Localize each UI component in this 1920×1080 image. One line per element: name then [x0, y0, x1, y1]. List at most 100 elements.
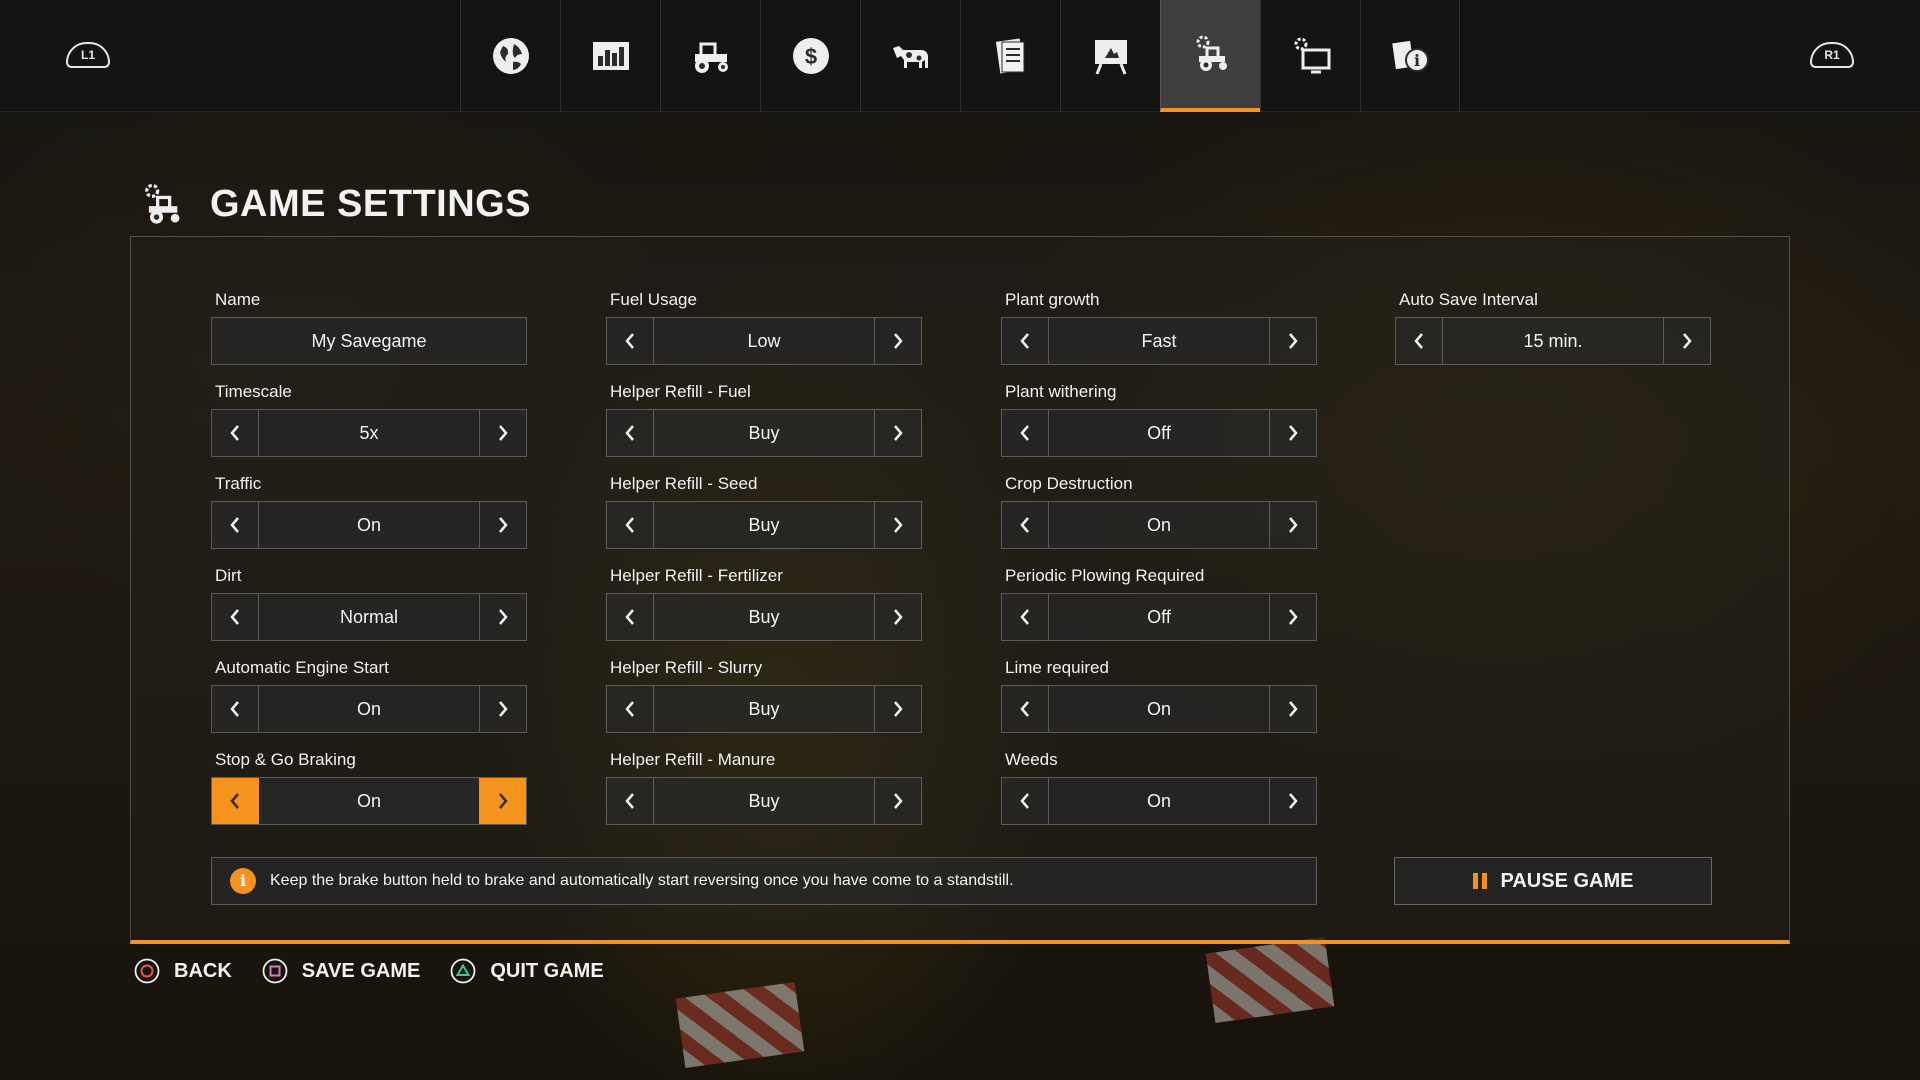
chevron-right-icon[interactable]: [874, 686, 921, 732]
stop-go-braking-selector[interactable]: On: [211, 777, 527, 825]
lime-required-selector[interactable]: On: [1001, 685, 1317, 733]
tab-statistics[interactable]: [560, 0, 660, 112]
chevron-left-icon[interactable]: [607, 410, 654, 456]
setting-value: Buy: [748, 607, 780, 627]
auto-save-interval-selector[interactable]: 15 min.: [1395, 317, 1711, 365]
chevron-right-icon[interactable]: [1269, 778, 1316, 824]
dirt-selector[interactable]: Normal: [211, 593, 527, 641]
timescale-selector[interactable]: 5x: [211, 409, 527, 457]
chevron-left-icon[interactable]: [212, 778, 259, 824]
menu-tabs: $ i: [460, 0, 1460, 112]
setting-value: 5x: [359, 423, 379, 443]
circle-button-icon: [134, 958, 160, 984]
chevron-left-icon[interactable]: [1002, 594, 1049, 640]
setting-label: Automatic Engine Start: [215, 658, 389, 677]
plant-withering-selector[interactable]: Off: [1001, 409, 1317, 457]
crop-destruction-selector[interactable]: On: [1001, 501, 1317, 549]
chevron-left-icon[interactable]: [1002, 778, 1049, 824]
page-title: GAME SETTINGS: [210, 182, 532, 225]
setting-weeds: Weeds On: [1001, 749, 1317, 841]
quit-game-button[interactable]: QUIT GAME: [450, 958, 604, 984]
save-game-label: SAVE GAME: [301, 959, 421, 982]
settings-column-3: Plant growth Fast Plant withering Off Cr…: [1001, 289, 1317, 841]
chevron-right-icon[interactable]: [874, 410, 921, 456]
quit-game-label: QUIT GAME: [490, 959, 604, 982]
chevron-right-icon[interactable]: [1663, 318, 1710, 364]
setting-value: Buy: [748, 699, 780, 719]
helper-refill-fertilizer-selector[interactable]: Buy: [606, 593, 922, 641]
weeds-selector[interactable]: On: [1001, 777, 1317, 825]
traffic-selector[interactable]: On: [211, 501, 527, 549]
setting-value: On: [356, 791, 381, 811]
chevron-right-icon[interactable]: [1269, 686, 1316, 732]
chevron-left-icon[interactable]: [212, 502, 259, 548]
chevron-right-icon[interactable]: [874, 318, 921, 364]
chevron-right-icon[interactable]: [479, 686, 526, 732]
tab-contracts[interactable]: [960, 0, 1060, 112]
helper-refill-manure-selector[interactable]: Buy: [606, 777, 922, 825]
chevron-left-icon[interactable]: [1396, 318, 1443, 364]
settings-column-4: Auto Save Interval 15 min.: [1395, 289, 1711, 381]
back-button[interactable]: BACK: [134, 958, 232, 984]
helper-refill-slurry-selector[interactable]: Buy: [606, 685, 922, 733]
chevron-right-icon[interactable]: [479, 778, 526, 824]
automatic-engine-start-selector[interactable]: On: [211, 685, 527, 733]
chevron-left-icon[interactable]: [212, 410, 259, 456]
chevron-right-icon[interactable]: [1269, 410, 1316, 456]
setting-value: Normal: [339, 607, 398, 627]
tab-finances[interactable]: $: [760, 0, 860, 112]
chevron-right-icon[interactable]: [874, 778, 921, 824]
tab-map[interactable]: [460, 0, 560, 112]
contracts-icon: [995, 38, 1024, 74]
chevron-right-icon[interactable]: [479, 594, 526, 640]
helper-refill-seed-selector[interactable]: Buy: [606, 501, 922, 549]
chevron-left-icon[interactable]: [1002, 686, 1049, 732]
chevron-right-icon[interactable]: [1269, 318, 1316, 364]
tab-vehicles[interactable]: [660, 0, 760, 112]
chevron-left-icon[interactable]: [1002, 318, 1049, 364]
setting-crop-destruction: Crop Destruction On: [1001, 473, 1317, 565]
helper-refill-fuel-selector[interactable]: Buy: [606, 409, 922, 457]
setting-automatic-engine-start: Automatic Engine Start On: [211, 657, 527, 749]
setting-label: Stop & Go Braking: [215, 750, 356, 769]
setting-traffic: Traffic On: [211, 473, 527, 565]
chevron-left-icon[interactable]: [607, 502, 654, 548]
setting-label: Auto Save Interval: [1399, 290, 1538, 309]
tab-general-settings[interactable]: [1260, 0, 1360, 112]
chevron-right-icon[interactable]: [1269, 594, 1316, 640]
chevron-right-icon[interactable]: [874, 594, 921, 640]
chevron-left-icon[interactable]: [607, 686, 654, 732]
setting-label: Fuel Usage: [610, 290, 697, 309]
chevron-right-icon[interactable]: [479, 410, 526, 456]
setting-value: Fast: [1141, 331, 1177, 351]
chevron-right-icon[interactable]: [874, 502, 921, 548]
game-settings-icon: [145, 183, 180, 224]
setting-helper-refill-manure: Helper Refill - Manure Buy: [606, 749, 922, 841]
chevron-right-icon[interactable]: [1269, 502, 1316, 548]
setting-fuel-usage: Fuel Usage Low: [606, 289, 922, 381]
savegame-name-field[interactable]: My Savegame: [211, 317, 527, 365]
tab-animals[interactable]: [860, 0, 960, 112]
chevron-left-icon[interactable]: [1002, 410, 1049, 456]
save-game-button[interactable]: SAVE GAME: [262, 958, 421, 984]
chevron-left-icon[interactable]: [212, 594, 259, 640]
plant-growth-selector[interactable]: Fast: [1001, 317, 1317, 365]
setting-value: On: [1146, 699, 1171, 719]
chevron-left-icon[interactable]: [212, 686, 259, 732]
r1-shoulder-button-icon[interactable]: R1: [1810, 42, 1854, 68]
tab-help[interactable]: [1060, 0, 1160, 112]
chevron-right-icon[interactable]: [479, 502, 526, 548]
tab-game-settings[interactable]: [1160, 0, 1260, 112]
pause-game-label: PAUSE GAME: [1500, 869, 1634, 892]
dollar-icon: $: [792, 38, 829, 74]
chevron-left-icon[interactable]: [607, 318, 654, 364]
top-navigation-bar: L1 $ i R1: [0, 0, 1920, 112]
chevron-left-icon[interactable]: [607, 778, 654, 824]
periodic-plowing-selector[interactable]: Off: [1001, 593, 1317, 641]
l1-shoulder-button-icon[interactable]: L1: [66, 42, 110, 68]
fuel-usage-selector[interactable]: Low: [606, 317, 922, 365]
chevron-left-icon[interactable]: [607, 594, 654, 640]
pause-game-button[interactable]: PAUSE GAME: [1394, 857, 1712, 905]
chevron-left-icon[interactable]: [1002, 502, 1049, 548]
tab-help-info[interactable]: i: [1360, 0, 1460, 112]
